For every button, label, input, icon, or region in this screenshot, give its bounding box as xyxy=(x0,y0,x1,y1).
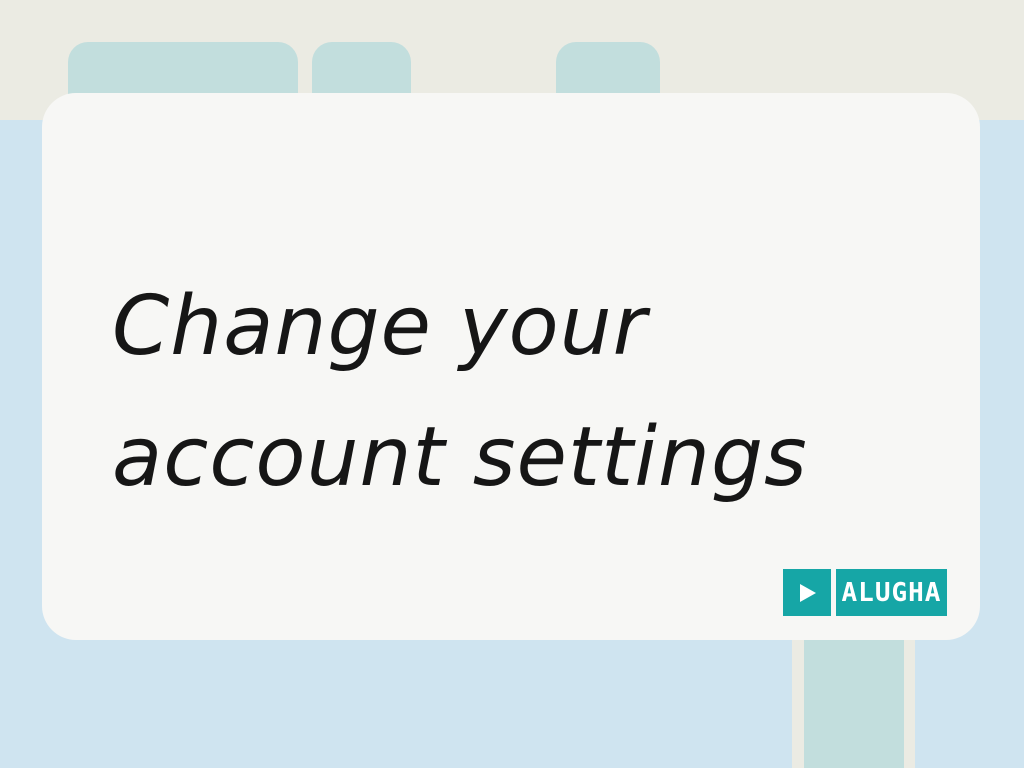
slide-title: Change your account settings xyxy=(112,261,932,523)
slide-title-line-2: account settings xyxy=(112,410,808,505)
play-icon xyxy=(783,569,831,616)
alugha-logo: ALUGHA xyxy=(783,569,947,616)
logo-wordmark: ALUGHA xyxy=(836,569,947,616)
slide-title-line-1: Change your xyxy=(112,279,648,374)
title-card: Change your account settings ALUGHA xyxy=(42,93,980,640)
